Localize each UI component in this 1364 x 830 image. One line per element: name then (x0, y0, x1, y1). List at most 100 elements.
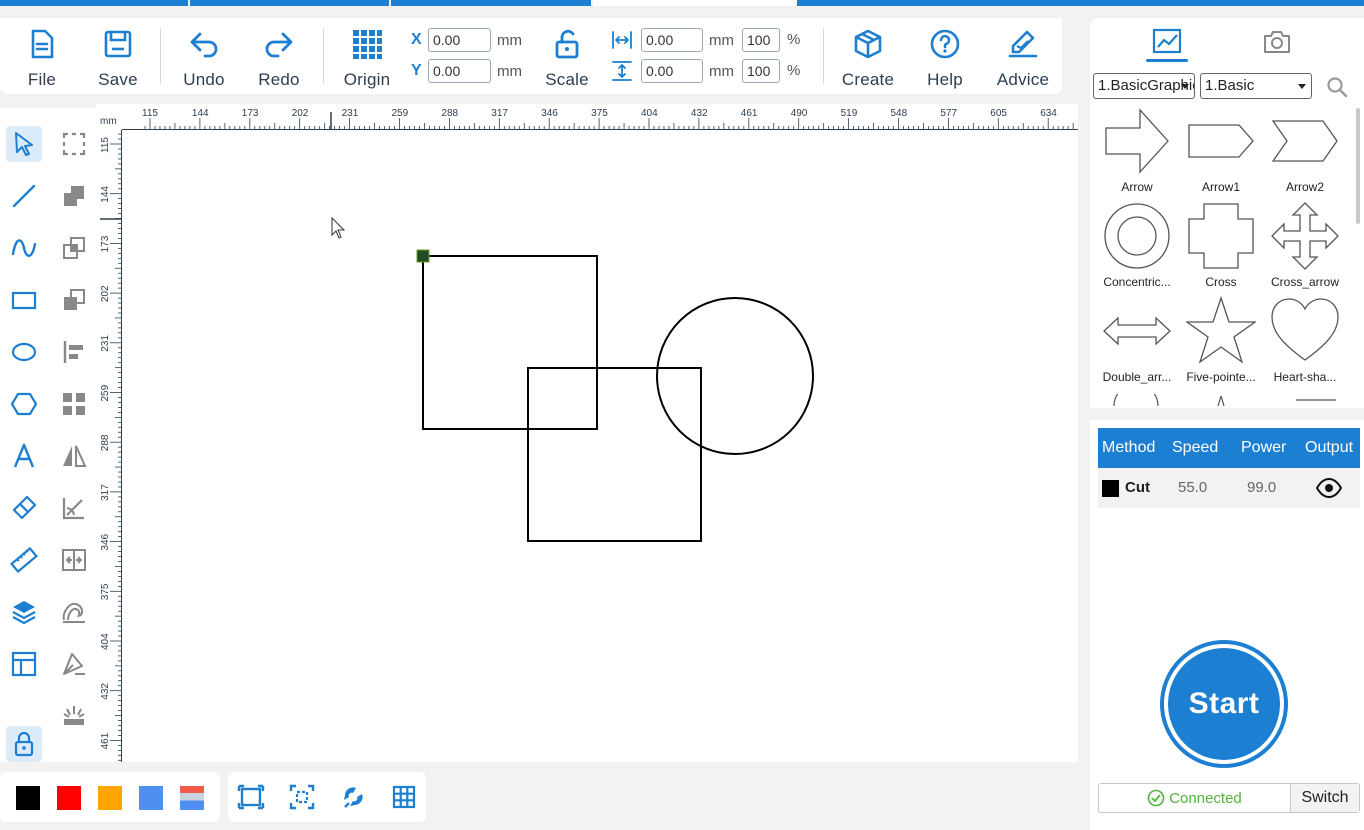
height-input[interactable]: 0.00 (641, 59, 703, 83)
advice-button[interactable]: Advice (990, 24, 1056, 90)
shape-arrow[interactable]: Arrow (1096, 106, 1178, 198)
swatch-red[interactable] (57, 786, 81, 810)
selection-handle[interactable] (416, 249, 430, 263)
swatch-multi[interactable] (180, 786, 204, 810)
top-tab-4[interactable] (593, 0, 795, 6)
ellipse-tool[interactable] (6, 334, 42, 370)
subtract-icon (64, 289, 85, 310)
library-scrollbar[interactable] (1356, 108, 1360, 224)
square-shape-1[interactable] (422, 255, 598, 430)
save-button[interactable]: Save (96, 24, 140, 90)
layer-row[interactable]: Cut 55.0 99.0 (1098, 468, 1360, 508)
y-unit: mm (497, 63, 522, 80)
shape-cross-arrow[interactable]: Cross_arrow (1264, 201, 1346, 293)
x-unit: mm (497, 32, 522, 49)
swatch-orange[interactable] (98, 786, 122, 810)
distribute-tool[interactable] (56, 542, 92, 578)
toolbar-divider (323, 28, 324, 84)
combine-tool[interactable] (56, 178, 92, 214)
ruler-tick-label: 490 (791, 108, 808, 119)
width-input[interactable]: 0.00 (641, 28, 703, 52)
height-percent-input[interactable]: 100 (742, 59, 780, 83)
ruler-tick-label: 461 (741, 108, 758, 119)
line-tool[interactable] (6, 178, 42, 214)
advice-icon (1008, 30, 1038, 58)
intersect-icon (63, 237, 85, 259)
shape-arrow2[interactable]: Arrow2 (1264, 106, 1346, 198)
switch-button[interactable]: Switch (1291, 784, 1359, 812)
fit-frame-icon[interactable] (237, 783, 265, 811)
shape-concentric[interactable]: Concentric... (1096, 201, 1178, 293)
grid-icon[interactable] (390, 783, 418, 811)
shape-double-arrow[interactable]: Double_arr... (1096, 296, 1178, 388)
shape-heart[interactable]: Heart-sha... (1264, 296, 1346, 388)
layer-power[interactable]: 99.0 (1247, 479, 1276, 496)
help-button[interactable]: Help (922, 24, 968, 90)
ruler-tick-label: 317 (491, 108, 508, 119)
vertical-ruler-scale: 115 144 173 202 231 259 288 317 346 375 404 432 461 (100, 130, 122, 762)
intersect-tool[interactable] (56, 230, 92, 266)
redo-button[interactable]: Redo (254, 24, 304, 90)
polygon-tool[interactable] (6, 386, 42, 422)
top-tab-5[interactable] (796, 0, 1364, 6)
eye-icon[interactable] (1316, 478, 1342, 498)
eraser-tool[interactable] (6, 490, 42, 526)
shape-cross[interactable]: Cross (1180, 201, 1262, 293)
width-percent-input[interactable]: 100 (742, 28, 780, 52)
shape-five-pointed-star[interactable]: Five-pointe... (1180, 296, 1262, 388)
swatch-black[interactable] (16, 786, 40, 810)
laser-point-tool[interactable] (56, 698, 92, 734)
y-input[interactable]: 0.00 (428, 59, 491, 83)
align-left-tool[interactable] (56, 334, 92, 370)
scale-lock-button[interactable]: Scale (543, 24, 591, 90)
create-button[interactable]: Create (838, 24, 898, 90)
x-input[interactable]: 0.00 (428, 28, 491, 52)
ruler-tick-label: 317 (100, 484, 111, 501)
layers-tool[interactable] (6, 594, 42, 630)
subcategory-select[interactable]: 1.Basic (1200, 73, 1312, 99)
ruler-tick-label: 375 (100, 583, 111, 600)
curve-tool[interactable] (6, 230, 42, 266)
pen-tool[interactable] (56, 646, 92, 682)
select-tool[interactable] (6, 126, 42, 162)
search-icon[interactable] (1326, 76, 1348, 98)
design-canvas[interactable] (122, 130, 1078, 762)
tab-camera[interactable] (1252, 22, 1302, 62)
category-select[interactable]: 1.BasicGraphics (1093, 73, 1195, 99)
swatch-blue[interactable] (139, 786, 163, 810)
outline-tool[interactable] (56, 594, 92, 630)
circle-shape[interactable] (656, 297, 814, 455)
top-tab-3[interactable] (391, 0, 592, 6)
magnet-icon[interactable] (339, 783, 367, 811)
arrow-shape-icon (1105, 108, 1169, 174)
file-button[interactable]: File (22, 24, 62, 90)
lock-tool[interactable] (6, 726, 42, 762)
subtract-tool[interactable] (56, 282, 92, 318)
shape-arrow1[interactable]: Arrow1 (1180, 106, 1262, 198)
measure-angle-tool[interactable] (56, 490, 92, 526)
top-tab-2[interactable] (189, 0, 390, 6)
layout-tool[interactable] (6, 646, 42, 682)
cross-shape-icon (1188, 203, 1254, 269)
ruler-unit: mm (100, 116, 117, 127)
rectangle-tool[interactable] (6, 282, 42, 318)
undo-button[interactable]: Undo (176, 24, 232, 90)
cross-arrow-shape-icon (1271, 202, 1339, 270)
height-pct-sign: % (787, 62, 801, 79)
origin-button[interactable]: Origin (338, 24, 396, 90)
text-tool[interactable] (6, 438, 42, 474)
square-shape-2[interactable] (527, 367, 702, 542)
layer-color-swatch[interactable] (1102, 480, 1119, 497)
layout-icon (11, 651, 37, 677)
node-edit-tool[interactable] (56, 126, 92, 162)
ruler-tool[interactable] (6, 542, 42, 578)
start-button[interactable]: Start (1160, 640, 1288, 768)
shape-row-partial (1113, 394, 1336, 407)
top-tab-1[interactable] (0, 0, 188, 6)
connection-status: Connected (1099, 784, 1291, 812)
focus-select-icon[interactable] (288, 783, 316, 811)
tab-graphics[interactable] (1142, 22, 1192, 62)
array-tool[interactable] (56, 386, 92, 422)
mirror-tool[interactable] (56, 438, 92, 474)
layer-speed[interactable]: 55.0 (1178, 479, 1207, 496)
